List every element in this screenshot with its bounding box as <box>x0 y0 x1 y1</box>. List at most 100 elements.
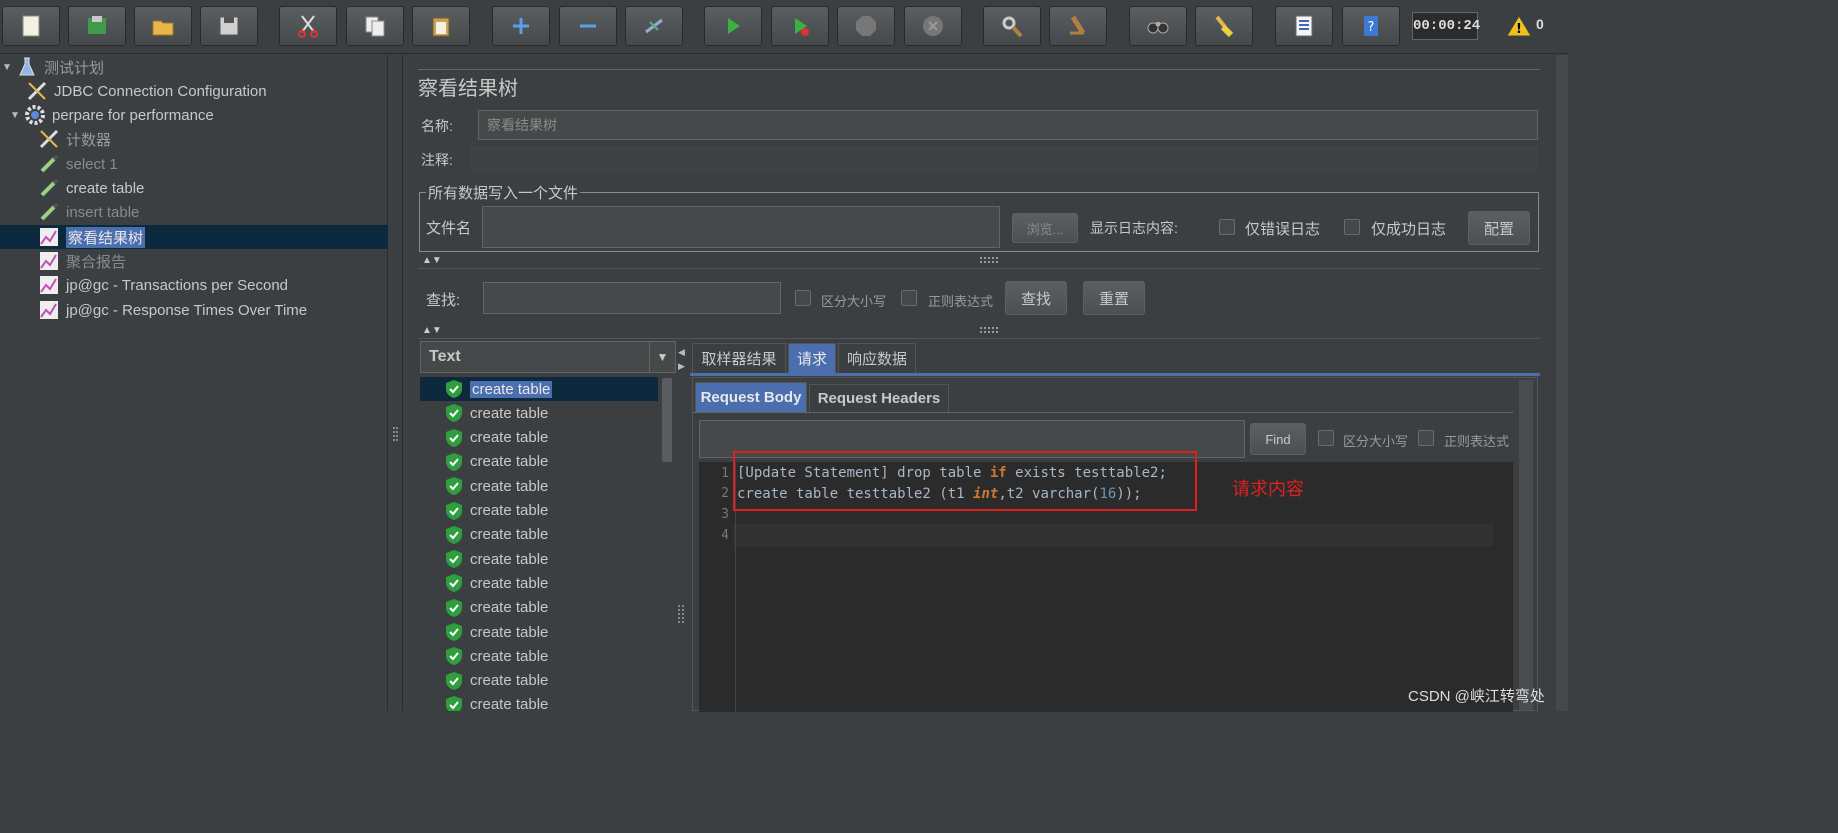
result-row[interactable]: create table <box>420 523 656 547</box>
tree-item-jdbc-config[interactable]: JDBC Connection Configuration <box>26 79 267 103</box>
divider <box>693 412 1513 413</box>
find-button[interactable]: 查找 <box>1005 281 1067 315</box>
renderer-select[interactable]: Text ▼ <box>420 341 676 373</box>
result-row[interactable]: create table <box>420 474 656 498</box>
tree-item-insert-table[interactable]: insert table <box>38 200 139 224</box>
request-regex-checkbox[interactable] <box>1418 430 1434 446</box>
comment-field[interactable] <box>470 147 1538 171</box>
save-button[interactable] <box>200 6 258 46</box>
collapse-arrows-icon[interactable]: ▲▼ <box>422 325 442 336</box>
clear-button[interactable] <box>983 6 1041 46</box>
tree-item-tps[interactable]: jp@gc - Transactions per Second <box>38 273 288 297</box>
result-row[interactable]: create table <box>420 571 656 595</box>
binoculars-icon <box>1147 22 1169 34</box>
request-scrollbar[interactable] <box>1519 380 1533 710</box>
reset-button[interactable]: 重置 <box>1083 281 1145 315</box>
result-row[interactable]: create table <box>420 620 656 644</box>
collapse-arrows-icon[interactable]: ▲▼ <box>422 255 442 266</box>
tree-item-create-table[interactable]: create table <box>38 176 144 200</box>
case-sensitive-checkbox[interactable] <box>795 290 811 306</box>
split-arrows-icon[interactable]: ◀ ▶ <box>678 345 685 373</box>
pipette-icon <box>38 153 60 175</box>
browse-button[interactable]: 浏览... <box>1012 213 1078 243</box>
line-number: 1 <box>721 466 729 481</box>
tree-item-test-plan[interactable]: ▼ 测试计划 <box>2 55 104 79</box>
tab-request[interactable]: 请求 <box>788 343 836 373</box>
request-case-sensitive-checkbox[interactable] <box>1318 430 1334 446</box>
tree-item-thread-group[interactable]: ▼ perpare for performance <box>10 103 214 127</box>
search-button[interactable] <box>1129 6 1187 46</box>
tree-item-aggregate-report[interactable]: 聚合报告 <box>38 249 126 273</box>
copy-button[interactable] <box>346 6 404 46</box>
splitter-grip[interactable] <box>393 427 398 441</box>
stop-button[interactable] <box>837 6 895 46</box>
filename-label: 文件名 <box>426 220 472 237</box>
divider <box>418 338 1540 339</box>
result-row[interactable]: create table <box>420 693 656 711</box>
main-splitter[interactable] <box>389 55 403 711</box>
subtab-request-headers[interactable]: Request Headers <box>809 384 949 412</box>
right-scrollbar[interactable] <box>1556 55 1568 711</box>
tab-response-data[interactable]: 响应数据 <box>838 343 916 373</box>
tree-item-select-1[interactable]: select 1 <box>38 152 118 176</box>
expand-all-button[interactable] <box>492 6 550 46</box>
result-row[interactable]: create table <box>420 377 656 401</box>
result-row[interactable]: create table <box>420 401 656 425</box>
open-button[interactable] <box>134 6 192 46</box>
function-helper-button[interactable] <box>1275 6 1333 46</box>
plus-icon <box>513 18 529 34</box>
name-field[interactable]: 察看结果树 <box>478 110 1538 140</box>
test-plan-tree: ▼ 测试计划 JDBC Connection Configuration ▼ p… <box>0 55 388 711</box>
file-output-group-title: 所有数据写入一个文件 <box>426 182 581 203</box>
help-button[interactable]: ? <box>1342 6 1400 46</box>
start-no-pause-button[interactable] <box>771 6 829 46</box>
result-row[interactable]: create table <box>420 644 656 668</box>
success-only-checkbox[interactable] <box>1344 219 1360 235</box>
tree-expand-icon[interactable]: ▼ <box>2 62 16 73</box>
search-field[interactable] <box>483 282 781 314</box>
warning-icon[interactable]: ! <box>1506 14 1532 38</box>
templates-button[interactable] <box>68 6 126 46</box>
result-row[interactable]: create table <box>420 596 656 620</box>
splitter-grip[interactable] <box>678 605 684 623</box>
request-find-button[interactable]: Find <box>1250 423 1306 455</box>
tree-item-view-results-tree[interactable]: 察看结果树 <box>38 225 146 249</box>
toggle-button[interactable] <box>625 6 683 46</box>
divider-grip[interactable] <box>980 257 998 263</box>
errors-only-checkbox[interactable] <box>1219 219 1235 235</box>
elapsed-timer: 00:00:24 <box>1412 12 1480 40</box>
new-button[interactable] <box>2 6 60 46</box>
tree-item-counter[interactable]: 计数器 <box>38 127 111 151</box>
list-icon <box>1295 15 1313 37</box>
result-row[interactable]: create table <box>420 547 656 571</box>
result-row[interactable]: create table <box>420 499 656 523</box>
result-label: create table <box>470 453 549 471</box>
renderer-select-value: Text <box>429 348 461 365</box>
line-number: 3 <box>721 507 729 522</box>
collapse-all-button[interactable] <box>559 6 617 46</box>
result-row[interactable]: create table <box>420 669 656 693</box>
cut-button[interactable] <box>279 6 337 46</box>
log-content-label: 显示日志内容: <box>1090 220 1178 236</box>
start-button[interactable] <box>704 6 762 46</box>
chevron-down-icon[interactable]: ▼ <box>649 342 675 372</box>
tree-item-label: 计数器 <box>66 131 112 149</box>
result-row[interactable]: create table <box>420 426 656 450</box>
configure-button[interactable]: 配置 <box>1468 211 1530 245</box>
clear-all-button[interactable] <box>1049 6 1107 46</box>
svg-text:?: ? <box>1368 20 1375 35</box>
tab-sampler-result[interactable]: 取样器结果 <box>692 343 786 373</box>
results-scrollbar-thumb[interactable] <box>662 378 672 462</box>
subtab-request-body[interactable]: Request Body <box>695 382 807 412</box>
stop-icon <box>856 16 876 36</box>
tree-item-response-times[interactable]: jp@gc - Response Times Over Time <box>38 298 307 322</box>
minus-icon <box>580 24 596 28</box>
result-row[interactable]: create table <box>420 450 656 474</box>
shutdown-button[interactable] <box>904 6 962 46</box>
regex-checkbox[interactable] <box>901 290 917 306</box>
reset-search-button[interactable] <box>1195 6 1253 46</box>
paste-button[interactable] <box>412 6 470 46</box>
tree-expand-icon[interactable]: ▼ <box>10 110 24 121</box>
divider-grip[interactable] <box>980 327 998 333</box>
filename-field[interactable] <box>482 206 1000 248</box>
